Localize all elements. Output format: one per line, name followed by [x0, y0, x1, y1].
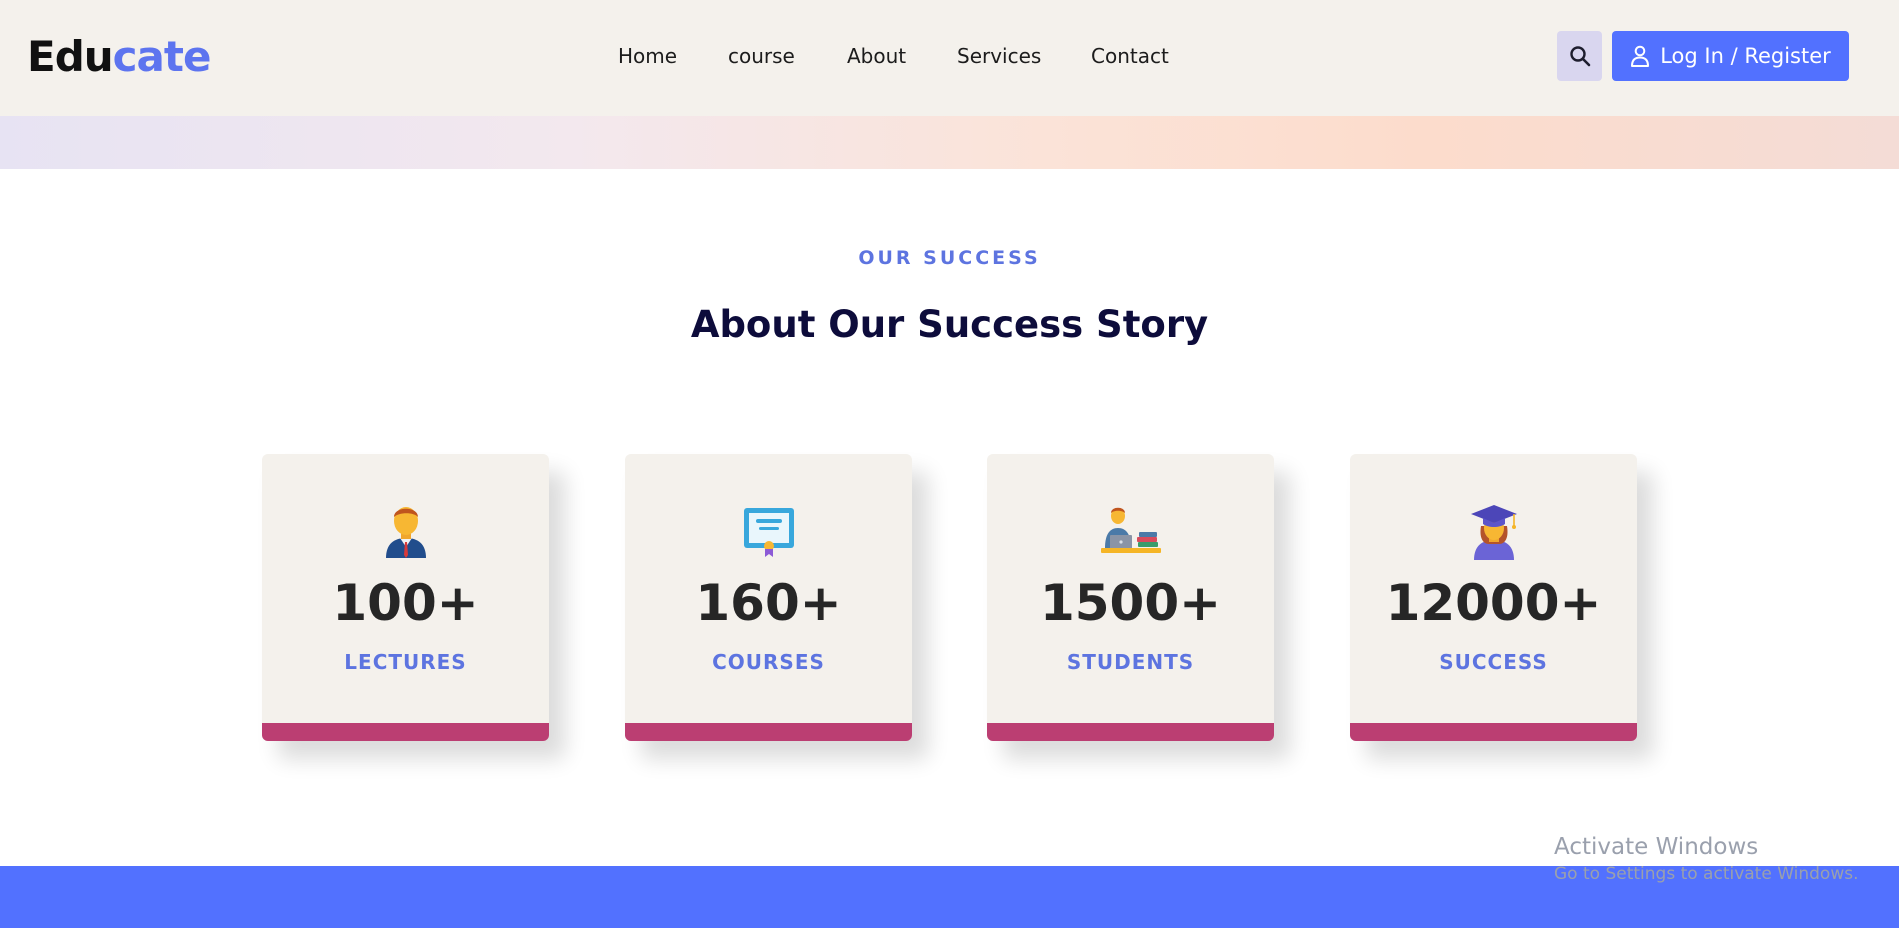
stat-label: LECTURES: [344, 650, 467, 674]
watermark-subtitle: Go to Settings to activate Windows.: [1554, 864, 1859, 884]
nav-home[interactable]: Home: [618, 42, 677, 70]
stat-value: 100+: [332, 574, 479, 632]
user-icon: [1631, 45, 1650, 67]
card-accent-bar: [262, 723, 549, 741]
nav-services[interactable]: Services: [957, 42, 1041, 70]
stat-value: 160+: [695, 574, 842, 632]
login-register-label: Log In / Register: [1660, 44, 1831, 68]
certificate-icon: [625, 502, 912, 562]
nav-contact[interactable]: Contact: [1091, 42, 1169, 70]
nav-about[interactable]: About: [847, 42, 906, 70]
card-accent-bar: [1350, 723, 1637, 741]
search-icon: [1569, 46, 1590, 67]
hero-banner-strip: [0, 116, 1899, 169]
student-laptop-icon: [987, 502, 1274, 562]
windows-activation-watermark: Activate Windows Go to Settings to activ…: [1554, 832, 1859, 886]
stat-label: STUDENTS: [1066, 650, 1195, 674]
card-accent-bar: [987, 723, 1274, 741]
stat-card-students: 1500+ STUDENTS: [987, 454, 1274, 741]
card-accent-bar: [625, 723, 912, 741]
site-header: Educate Home course About Services Conta…: [0, 0, 1899, 116]
nav-course[interactable]: course: [728, 42, 795, 70]
graduate-icon: [1350, 502, 1637, 562]
stat-card-courses: 160+ COURSES: [625, 454, 912, 741]
login-register-button[interactable]: Log In / Register: [1612, 31, 1849, 81]
stat-label: COURSES: [712, 650, 825, 674]
section-subtitle: OUR SUCCESS: [858, 247, 1041, 269]
watermark-title: Activate Windows: [1554, 834, 1759, 860]
section-title: About Our Success Story: [690, 303, 1209, 346]
search-button[interactable]: [1557, 31, 1602, 81]
stat-value: 1500+: [1039, 574, 1222, 632]
stat-card-lectures: 100+ LECTURES: [262, 454, 549, 741]
stat-label: SUCCESS: [1439, 650, 1548, 674]
stat-value: 12000+: [1385, 574, 1602, 632]
stat-card-success: 12000+ SUCCESS: [1350, 454, 1637, 741]
teacher-icon: [262, 502, 549, 562]
